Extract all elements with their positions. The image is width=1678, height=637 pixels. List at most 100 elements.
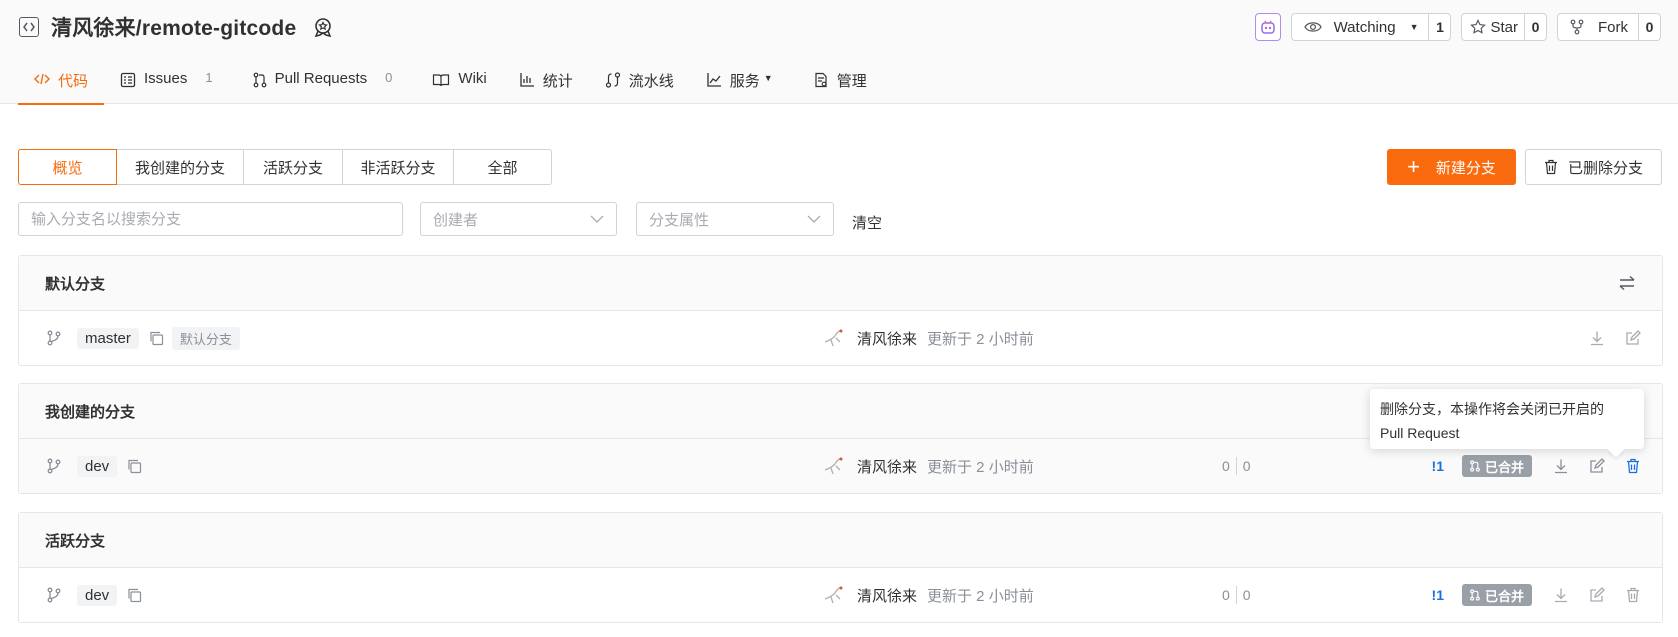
- repo-nav-tabs: 代码 Issues 1 Pull Requests 0 Wiki 统计 流水线 …: [18, 62, 883, 105]
- avatar: [824, 329, 843, 347]
- branch-icon: [47, 458, 61, 474]
- ahead-behind: 0 0: [1222, 457, 1251, 475]
- new-branch-button[interactable]: + 新建分支: [1387, 149, 1516, 185]
- ai-assistant-button[interactable]: [1254, 13, 1281, 41]
- tab-manage[interactable]: 管理: [789, 62, 883, 104]
- default-branch-tag: 默认分支: [171, 326, 240, 350]
- star-count[interactable]: 0: [1524, 14, 1546, 40]
- fork-button[interactable]: Fork: [1558, 14, 1638, 40]
- row-actions: !1 已合并: [1432, 455, 1644, 477]
- tab-issues-label: Issues: [144, 70, 188, 87]
- watch-button[interactable]: Watching ▼: [1292, 14, 1429, 40]
- active-branches-section: 活跃分支 dev 清风徐来 更新于 2 小时前 0 0 !1 已合并: [18, 512, 1663, 623]
- pull-request-icon: [1470, 460, 1480, 472]
- ahead-behind: 0 0: [1222, 586, 1251, 604]
- segment-overview[interactable]: 概览: [18, 149, 117, 185]
- tab-wiki[interactable]: Wiki: [408, 62, 502, 104]
- branch-search-input[interactable]: [18, 202, 403, 236]
- segment-active[interactable]: 活跃分支: [243, 149, 343, 185]
- creator-select[interactable]: 创建者: [420, 202, 617, 236]
- tab-statistics-label: 统计: [542, 73, 573, 90]
- deleted-branches-label: 已删除分支: [1567, 159, 1643, 177]
- divider: [1235, 586, 1237, 604]
- copy-icon[interactable]: [127, 588, 142, 603]
- branch-row: master 默认分支 清风徐来 更新于 2 小时前: [19, 311, 1662, 365]
- repo-actions: Watching ▼ 1 Star 0 Fork 0: [1254, 13, 1661, 41]
- merged-status-badge[interactable]: 已合并: [1461, 455, 1532, 477]
- branch-name[interactable]: master: [77, 327, 139, 349]
- copy-icon[interactable]: [127, 459, 142, 474]
- code-repo-icon: [19, 17, 39, 37]
- download-icon[interactable]: [1586, 327, 1608, 349]
- settings-doc-icon: [815, 72, 827, 88]
- watch-label: Watching: [1333, 18, 1396, 36]
- section-title: 我创建的分支: [45, 403, 136, 421]
- caret-down-icon: ▼: [763, 73, 773, 83]
- default-branch-section: 默认分支 master 默认分支 清风徐来 更新于 2 小时前: [18, 255, 1663, 366]
- repo-name[interactable]: 清风徐来/remote-gitcode: [51, 12, 296, 42]
- tab-code[interactable]: 代码: [18, 62, 105, 105]
- pr-count-link[interactable]: !1: [1432, 587, 1444, 603]
- tooltip-line-2: Pull Request: [1380, 425, 1460, 441]
- caret-down-icon: ▼: [1409, 22, 1419, 32]
- segment-inactive[interactable]: 非活跃分支: [342, 149, 454, 185]
- robot-icon: [1260, 20, 1275, 34]
- divider: [1235, 457, 1237, 475]
- pipeline-icon: [605, 72, 620, 88]
- trash-icon[interactable]: [1622, 455, 1644, 477]
- edit-icon[interactable]: [1586, 584, 1608, 606]
- fork-count[interactable]: 0: [1638, 14, 1660, 40]
- tab-services[interactable]: 服务 ▼: [690, 62, 789, 104]
- author-name[interactable]: 清风徐来: [857, 328, 917, 349]
- behind-count: 0: [1222, 587, 1230, 603]
- tab-pipeline[interactable]: 流水线: [589, 62, 690, 104]
- tab-pull-requests[interactable]: Pull Requests 0: [229, 62, 409, 104]
- segment-mine[interactable]: 我创建的分支: [116, 149, 244, 185]
- attribute-select[interactable]: 分支属性: [636, 202, 834, 236]
- author-name[interactable]: 清风徐来: [857, 585, 917, 606]
- download-icon[interactable]: [1550, 584, 1572, 606]
- edit-icon[interactable]: [1586, 455, 1608, 477]
- star-label: Star: [1490, 18, 1518, 36]
- watch-count[interactable]: 1: [1428, 14, 1450, 40]
- plus-icon: +: [1407, 154, 1420, 179]
- tab-statistics[interactable]: 统计: [503, 62, 589, 104]
- fork-label: Fork: [1598, 18, 1628, 36]
- deleted-branches-button[interactable]: 已删除分支: [1525, 149, 1662, 185]
- author-name[interactable]: 清风徐来: [857, 456, 917, 477]
- pull-requests-count: 0: [385, 70, 393, 85]
- merged-status-label: 已合并: [1484, 459, 1524, 475]
- creator-select-placeholder: 创建者: [433, 211, 479, 229]
- trash-icon: [1544, 159, 1557, 175]
- clear-filters-link[interactable]: 清空: [852, 212, 882, 233]
- segment-all[interactable]: 全部: [453, 149, 552, 185]
- attribute-select-placeholder: 分支属性: [649, 211, 710, 229]
- tab-issues[interactable]: Issues 1: [104, 62, 229, 104]
- bar-chart-icon: [520, 73, 534, 87]
- star-button[interactable]: Star: [1462, 14, 1524, 40]
- award-badge-icon: [315, 18, 332, 38]
- edit-icon[interactable]: [1622, 327, 1644, 349]
- switch-arrows-icon[interactable]: [1618, 275, 1636, 291]
- eye-icon: [1303, 22, 1322, 32]
- tab-pipeline-label: 流水线: [628, 73, 674, 90]
- section-title: 默认分支: [45, 275, 106, 293]
- pull-request-icon: [1470, 589, 1480, 601]
- branch-name[interactable]: dev: [77, 455, 118, 477]
- section-header: 默认分支: [19, 256, 1662, 311]
- branch-row: dev 清风徐来 更新于 2 小时前 0 0 !1 已合并: [19, 568, 1662, 622]
- branch-icon: [47, 587, 61, 603]
- merged-status-badge[interactable]: 已合并: [1461, 584, 1532, 606]
- pr-count-link[interactable]: !1: [1432, 458, 1444, 474]
- download-icon[interactable]: [1550, 455, 1572, 477]
- branch-name[interactable]: dev: [77, 584, 118, 606]
- chevron-down-icon: [807, 215, 821, 223]
- copy-icon[interactable]: [149, 331, 164, 346]
- new-branch-label: 新建分支: [1435, 159, 1496, 177]
- tab-manage-label: 管理: [836, 73, 867, 90]
- section-header: 活跃分支: [19, 513, 1662, 568]
- section-title: 活跃分支: [45, 532, 106, 550]
- chevron-down-icon: [590, 215, 604, 223]
- trash-icon[interactable]: [1622, 584, 1644, 606]
- merged-status-label: 已合并: [1484, 588, 1524, 604]
